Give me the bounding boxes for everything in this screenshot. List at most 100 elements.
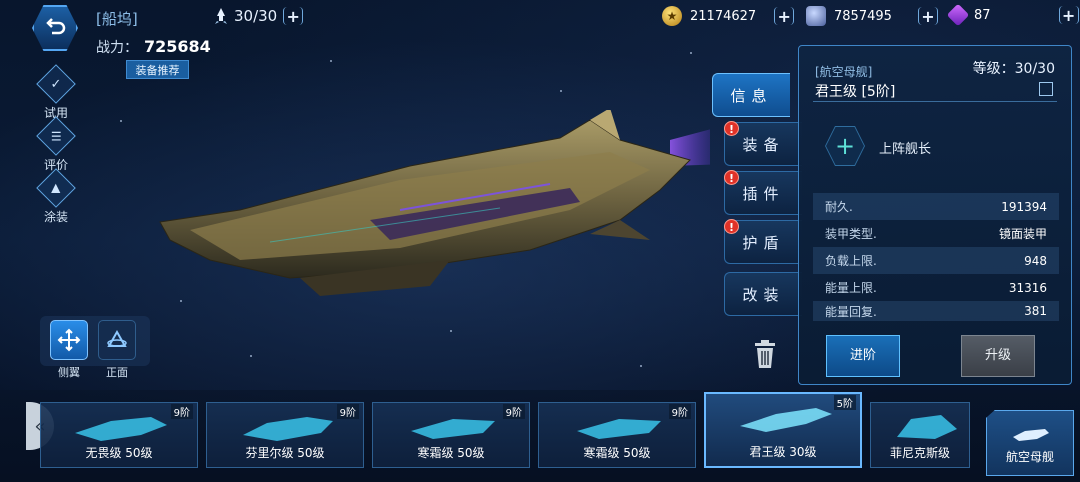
ship-card-selected[interactable]: 5阶 君王级 30级 xyxy=(704,392,862,468)
add-gem-button[interactable]: + xyxy=(1058,6,1079,25)
dock-title: [船坞] xyxy=(96,10,138,28)
stats-list: 耐久. 191394 装甲类型. 镜面装甲 负载上限. 948 能量上限. 31… xyxy=(813,193,1059,321)
tier-badge: 9阶 xyxy=(336,404,359,419)
ship-count-value: 30/30 xyxy=(234,7,278,25)
add-ore-button[interactable]: + xyxy=(917,7,938,26)
gold-resource: ★ 21174627 + xyxy=(662,6,795,26)
gem-icon xyxy=(946,3,970,27)
stat-row-load-limit: 负载上限. 948 xyxy=(813,247,1059,274)
ship-card-name: 寒霜级 50级 xyxy=(583,446,651,460)
tier-badge: 9阶 xyxy=(668,404,691,419)
trash-icon[interactable] xyxy=(752,338,778,370)
review-icon: ☰ xyxy=(36,116,76,156)
upgrade-button[interactable]: 升级 xyxy=(961,335,1035,377)
paint-label: 涂装 xyxy=(43,210,68,224)
tier-badge: 9阶 xyxy=(502,404,525,419)
tab-info[interactable]: 信息 xyxy=(712,73,790,117)
equipment-alert-badge: ! xyxy=(724,121,739,136)
tab-modify[interactable]: 改装 xyxy=(724,272,802,316)
power-value: 725684 xyxy=(144,37,211,56)
star xyxy=(330,60,332,62)
stat-label: 能量上限. xyxy=(825,281,877,295)
ore-icon xyxy=(806,6,826,26)
combat-power: 战力： 725684 xyxy=(96,37,211,57)
ship-hologram-icon xyxy=(897,415,957,439)
trial-icon: ✓ xyxy=(36,64,76,104)
ship-level: 等级：30/30 xyxy=(972,61,1055,77)
stat-value: 191394 xyxy=(1001,199,1047,214)
carrier-category-label: 航空母舰 xyxy=(1005,450,1054,464)
stat-row-durability: 耐久. 191394 xyxy=(813,193,1059,220)
star xyxy=(120,120,122,122)
stat-row-armor-type: 装甲类型. 镜面装甲 xyxy=(813,220,1059,247)
stat-label: 耐久. xyxy=(825,200,853,214)
tier-badge: 9阶 xyxy=(170,404,193,419)
plus-icon: + xyxy=(826,127,864,165)
ship-model[interactable] xyxy=(150,108,730,310)
stat-value: 948 xyxy=(1024,253,1047,268)
ship-card[interactable]: 9阶 无畏级 50级 xyxy=(40,402,198,468)
ship-name: 君王级 [5阶] xyxy=(815,84,896,100)
stat-value: 31316 xyxy=(1008,280,1047,295)
tier-badge: 5阶 xyxy=(833,395,856,410)
ship-card-name: 无畏级 50级 xyxy=(85,446,153,460)
shield-alert-badge: ! xyxy=(724,219,739,234)
paint-button[interactable]: ▲ 涂装 xyxy=(36,168,76,225)
star xyxy=(690,52,692,54)
ship-count: 30/30 + xyxy=(214,7,304,26)
ship-card-name: 芬里尔级 50级 xyxy=(245,446,325,460)
star xyxy=(560,90,562,92)
front-view-label: 正面 xyxy=(106,366,128,379)
gem-resource: 87 + xyxy=(946,3,1079,27)
ship-card[interactable]: 9阶 芬里尔级 50级 xyxy=(206,402,364,468)
stat-row-energy-regen: 能量回复. 381 xyxy=(813,301,1059,321)
carrier-icon xyxy=(1013,429,1049,441)
assign-captain-button[interactable]: + xyxy=(825,126,865,166)
advance-button[interactable]: 进阶 xyxy=(826,335,900,377)
captain-label: 上阵舰长 xyxy=(879,142,932,157)
back-button[interactable] xyxy=(32,5,78,51)
gem-value: 87 xyxy=(974,7,991,23)
ship-card[interactable]: 菲尼克斯级 xyxy=(870,402,970,468)
plugins-alert-badge: ! xyxy=(724,170,739,185)
side-view-label: 侧翼 xyxy=(58,366,80,379)
ship-hologram-icon xyxy=(411,419,495,439)
side-view-button[interactable] xyxy=(50,320,88,360)
ship-card[interactable]: 9阶 寒霜级 50级 xyxy=(538,402,696,468)
equip-recommend-button[interactable]: 装备推荐 xyxy=(126,60,189,79)
add-slot-button[interactable]: + xyxy=(283,7,304,26)
back-arrow-icon xyxy=(46,18,66,35)
review-button[interactable]: ☰ 评价 xyxy=(36,116,76,173)
rename-icon[interactable] xyxy=(1039,82,1053,96)
star xyxy=(640,365,642,367)
star xyxy=(450,330,452,332)
ship-front-icon xyxy=(107,329,127,347)
ore-value: 7857495 xyxy=(834,8,892,24)
trial-button[interactable]: ✓ 试用 xyxy=(36,64,76,121)
add-gold-button[interactable]: + xyxy=(774,7,795,26)
stat-label: 负载上限. xyxy=(825,254,877,268)
paint-icon: ▲ xyxy=(36,168,76,208)
ship-hologram-icon xyxy=(243,417,333,441)
view-mode-panel xyxy=(40,316,150,366)
ship-card[interactable]: 9阶 寒霜级 50级 xyxy=(372,402,530,468)
ship-card-name: 菲尼克斯级 xyxy=(889,446,950,460)
ship-card-name: 寒霜级 50级 xyxy=(417,446,485,460)
stat-label: 能量回复. xyxy=(825,304,877,319)
carrier-category-button[interactable]: 航空母舰 xyxy=(986,410,1074,476)
gold-value: 21174627 xyxy=(690,8,757,24)
panel-divider xyxy=(813,101,1057,102)
front-view-button[interactable] xyxy=(98,320,136,360)
stat-label: 装甲类型. xyxy=(825,227,877,241)
ore-resource: 7857495 + xyxy=(806,6,938,26)
dock-screen: [船坞] 30/30 + 战力： 725684 装备推荐 ★ 21174627 +… xyxy=(0,0,1080,482)
ship-hologram-icon xyxy=(740,408,832,432)
rocket-icon xyxy=(215,8,227,24)
gold-coin-icon: ★ xyxy=(662,6,682,26)
stat-value: 381 xyxy=(1024,304,1047,318)
ship-hologram-icon xyxy=(577,419,661,439)
star xyxy=(250,355,252,357)
ship-image xyxy=(159,108,730,296)
stat-value: 镜面装甲 xyxy=(998,227,1047,241)
stat-row-energy-limit: 能量上限. 31316 xyxy=(813,274,1059,301)
